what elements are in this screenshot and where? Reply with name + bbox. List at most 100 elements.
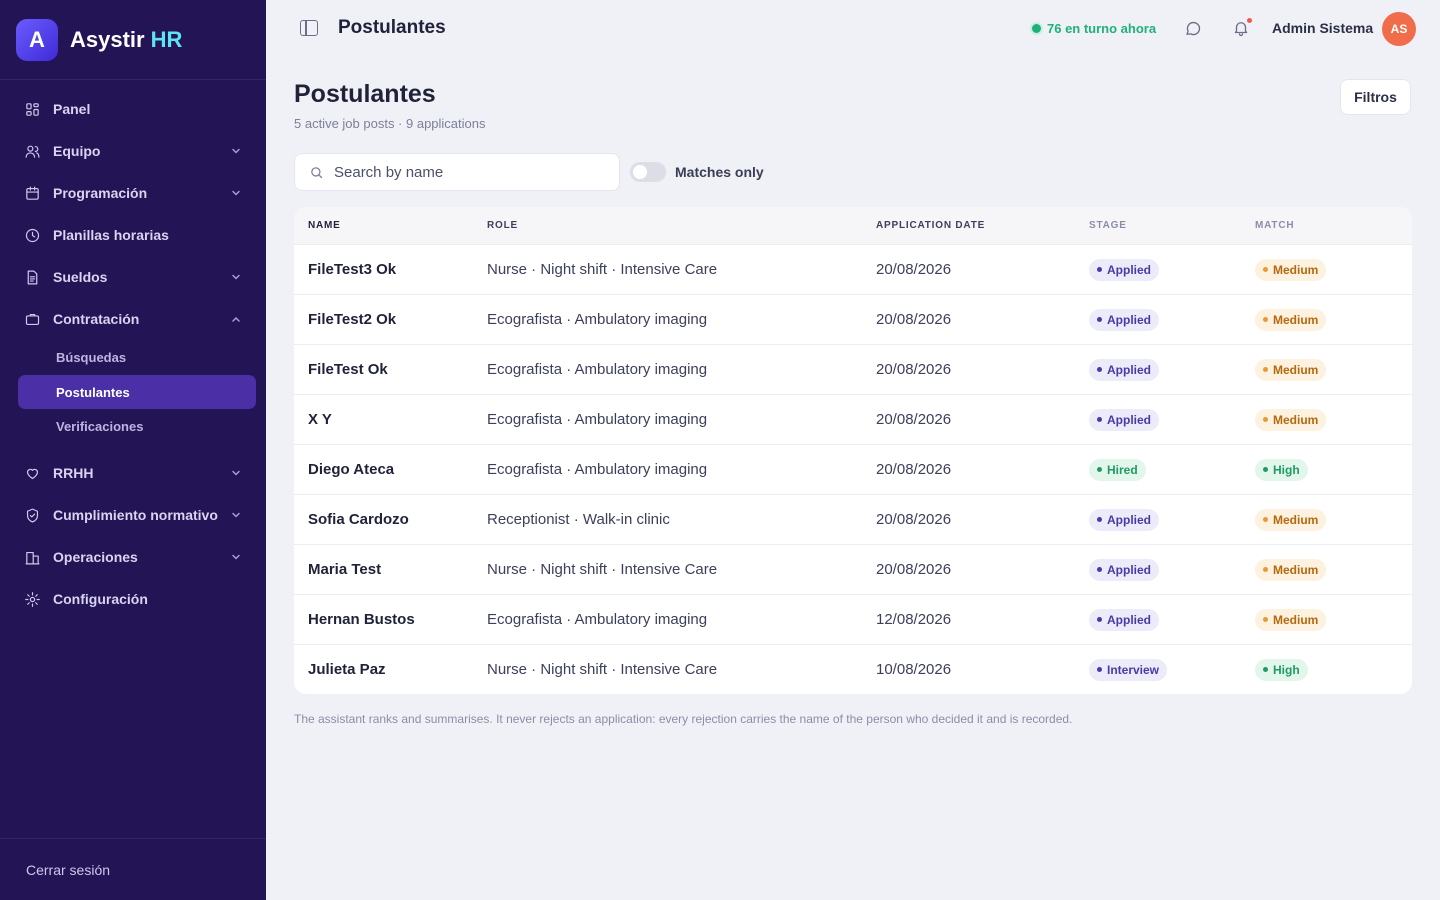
table-row[interactable]: Maria Test Nurse · Night shift · Intensi… <box>294 544 1412 594</box>
sidebar-item-sueldos[interactable]: Sueldos <box>0 256 266 298</box>
avatar[interactable]: AS <box>1382 12 1416 46</box>
badge-dot <box>1263 567 1268 572</box>
match-badge: Medium <box>1255 408 1327 431</box>
document-icon <box>24 269 41 286</box>
applicant-name[interactable]: FileTest3 Ok <box>294 261 487 278</box>
table-row[interactable]: Julieta Paz Nurse · Night shift · Intens… <box>294 644 1412 694</box>
match-badge: High <box>1255 458 1308 481</box>
applicant-name[interactable]: Julieta Paz <box>294 661 487 678</box>
match-cell: Medium <box>1255 608 1412 631</box>
stage-label: Applied <box>1107 362 1151 377</box>
match-cell: Medium <box>1255 508 1412 531</box>
applicant-name[interactable]: Maria Test <box>294 561 487 578</box>
stage-label: Applied <box>1107 262 1151 277</box>
search-box[interactable] <box>294 153 620 191</box>
matches-only-toggle[interactable] <box>630 162 666 182</box>
applicant-name[interactable]: FileTest Ok <box>294 361 487 378</box>
table-row[interactable]: FileTest2 Ok Ecografista · Ambulatory im… <box>294 294 1412 344</box>
applicants-table: NAME ROLE APPLICATION DATE STAGE MATCH F… <box>294 207 1412 694</box>
sidebar-item-label: Planillas horarias <box>53 227 169 243</box>
sidebar-item-label: RRHH <box>53 465 94 481</box>
application-date: 20/08/2026 <box>876 361 952 378</box>
match-label: High <box>1273 462 1300 477</box>
application-date: 20/08/2026 <box>876 511 952 528</box>
table-row[interactable]: Hernan Bustos Ecografista · Ambulatory i… <box>294 594 1412 644</box>
stage-cell: Applied <box>1089 258 1255 281</box>
stage-label: Applied <box>1107 512 1151 527</box>
table-row[interactable]: Sofia Cardozo Receptionist · Walk-in cli… <box>294 494 1412 544</box>
chevron-down-icon <box>232 512 240 518</box>
match-label: Medium <box>1273 612 1319 627</box>
header-application-date[interactable]: APPLICATION DATE <box>876 220 1089 231</box>
sidebar-subitem-postulantes[interactable]: Postulantes <box>18 375 256 409</box>
logout-button[interactable]: Cerrar sesión <box>0 838 266 900</box>
shift-status[interactable]: 76 en turno ahora <box>1032 21 1156 36</box>
header-match[interactable]: MATCH <box>1255 220 1412 231</box>
applicant-name[interactable]: Sofia Cardozo <box>294 511 487 528</box>
table-row[interactable]: X Y Ecografista · Ambulatory imaging 20/… <box>294 394 1412 444</box>
chevron-up-icon <box>232 316 240 322</box>
sidebar-item-configuracion[interactable]: Configuración <box>0 578 266 620</box>
table-row[interactable]: FileTest3 Ok Nurse · Night shift · Inten… <box>294 244 1412 294</box>
badge-dot <box>1097 417 1102 422</box>
sidebar-item-contratacion[interactable]: Contratación <box>0 298 266 340</box>
application-date: 20/08/2026 <box>876 561 952 578</box>
applicant-name[interactable]: Diego Ateca <box>294 461 487 478</box>
match-label: Medium <box>1273 512 1319 527</box>
badge-dot <box>1097 317 1102 322</box>
badge-dot <box>1097 467 1102 472</box>
sidebar-item-programacion[interactable]: Programación <box>0 172 266 214</box>
user-name[interactable]: Admin Sistema <box>1272 20 1373 36</box>
applicant-name[interactable]: X Y <box>294 411 487 428</box>
match-label: Medium <box>1273 262 1319 277</box>
match-cell: Medium <box>1255 358 1412 381</box>
stage-cell: Applied <box>1089 608 1255 631</box>
match-label: Medium <box>1273 312 1319 327</box>
topbar: Postulantes 76 en turno ahora Admin Sist… <box>266 0 1440 57</box>
applicant-role: Ecografista · Ambulatory imaging <box>487 411 708 428</box>
badge-dot <box>1263 617 1268 622</box>
stage-badge: Applied <box>1089 558 1159 581</box>
match-badge: High <box>1255 658 1308 681</box>
applicant-name[interactable]: FileTest2 Ok <box>294 311 487 328</box>
sidebar-item-planillas-horarias[interactable]: Planillas horarias <box>0 214 266 256</box>
stage-badge: Applied <box>1089 408 1159 431</box>
filters-button[interactable]: Filtros <box>1340 79 1411 115</box>
chevron-down-icon <box>232 274 240 280</box>
sidebar-nav: Panel Equipo Programación Planillas hora… <box>0 80 266 620</box>
shield-icon <box>24 507 41 524</box>
sidebar-item-equipo[interactable]: Equipo <box>0 130 266 172</box>
header-role[interactable]: ROLE <box>487 220 876 231</box>
sidebar-subitem-verificaciones[interactable]: Verificaciones <box>0 409 266 444</box>
stage-cell: Applied <box>1089 558 1255 581</box>
sidebar-toggle-icon[interactable] <box>300 20 318 36</box>
calendar-icon <box>24 185 41 202</box>
header-stage[interactable]: STAGE <box>1089 220 1255 231</box>
table-row[interactable]: Diego Ateca Ecografista · Ambulatory ima… <box>294 444 1412 494</box>
stage-cell: Applied <box>1089 408 1255 431</box>
header-name[interactable]: NAME <box>294 220 487 231</box>
match-label: Medium <box>1273 562 1319 577</box>
applicant-role: Ecografista · Ambulatory imaging <box>487 361 708 378</box>
heart-icon <box>24 465 41 482</box>
badge-dot <box>1097 667 1102 672</box>
search-input[interactable] <box>334 163 604 181</box>
table-row[interactable]: FileTest Ok Ecografista · Ambulatory ima… <box>294 344 1412 394</box>
toggle-knob <box>633 165 647 179</box>
match-cell: Medium <box>1255 308 1412 331</box>
applicant-role: Ecografista · Ambulatory imaging <box>487 461 708 478</box>
stage-cell: Applied <box>1089 508 1255 531</box>
sidebar-subitem-busquedas[interactable]: Búsquedas <box>0 340 266 375</box>
badge-dot <box>1263 667 1268 672</box>
brand[interactable]: A Asystir HR <box>0 0 266 80</box>
sidebar-item-operaciones[interactable]: Operaciones <box>0 536 266 578</box>
sidebar-item-cumplimiento-normativo[interactable]: Cumplimiento normativo <box>0 494 266 536</box>
sidebar-item-panel[interactable]: Panel <box>0 88 266 130</box>
sidebar-item-label: Operaciones <box>53 549 138 565</box>
sidebar-item-rrhh[interactable]: RRHH <box>0 452 266 494</box>
chat-icon[interactable] <box>1184 20 1202 38</box>
applicant-role: Nurse · Night shift · Intensive Care <box>487 661 718 678</box>
page-title: Postulantes <box>294 80 436 108</box>
sidebar-item-label: Panel <box>53 101 91 117</box>
applicant-name[interactable]: Hernan Bustos <box>294 611 487 628</box>
